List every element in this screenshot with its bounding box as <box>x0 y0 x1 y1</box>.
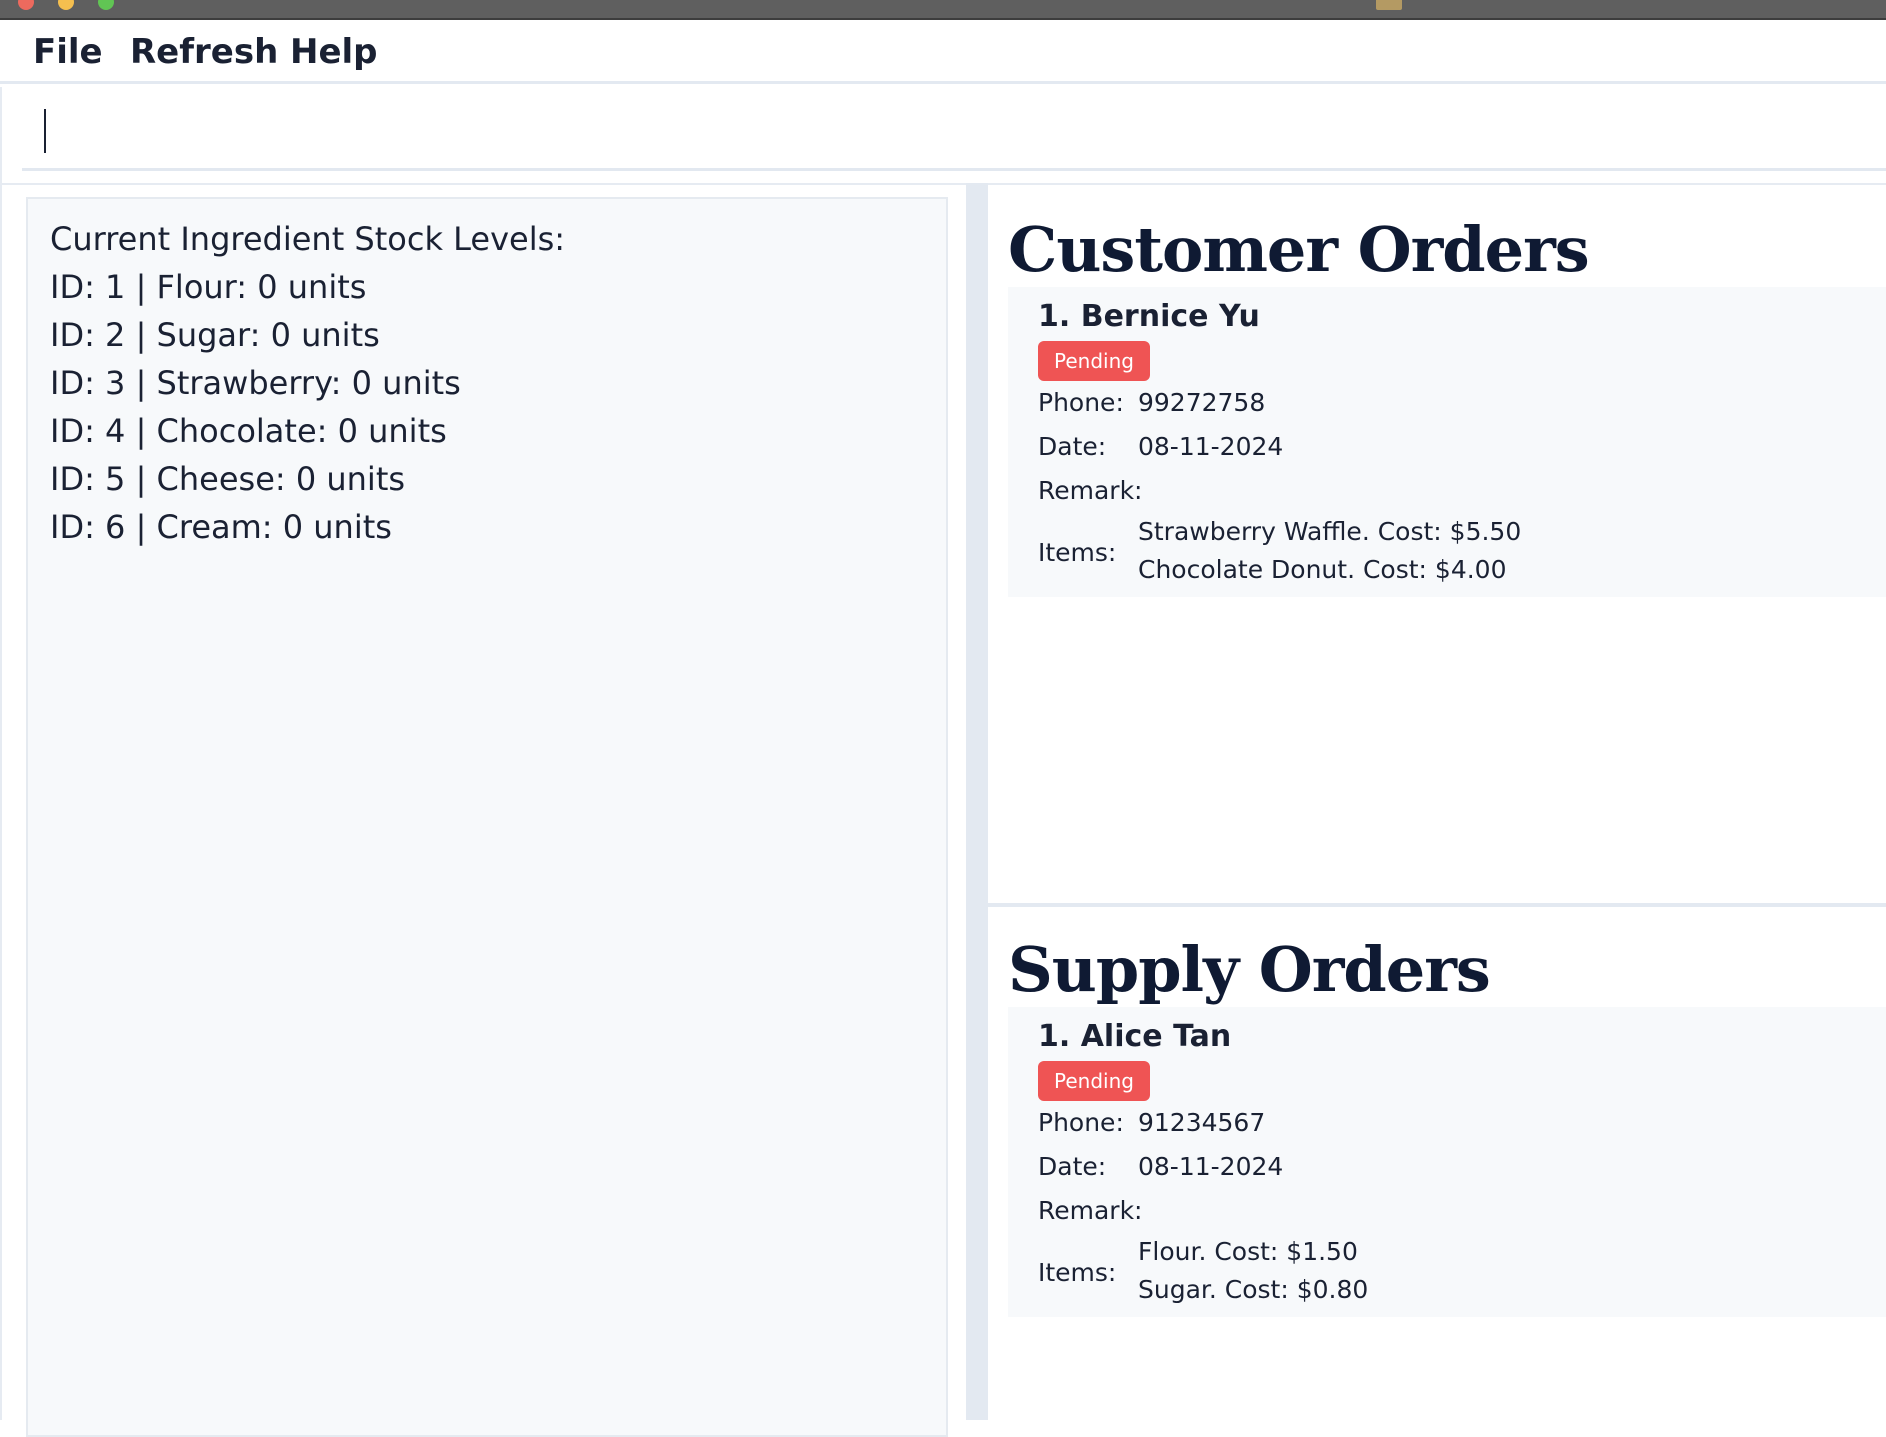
minimize-window-button[interactable] <box>58 0 74 10</box>
stock-line: ID: 3 | Strawberry: 0 units <box>50 364 461 402</box>
command-box <box>0 87 1886 183</box>
order-remark-row: Remark: <box>1038 1189 1856 1233</box>
items-list: Flour. Cost: $1.50 Sugar. Cost: $0.80 <box>1138 1233 1368 1309</box>
menu-refresh[interactable]: Refresh <box>130 28 278 76</box>
stock-display: Current Ingredient Stock Levels: ID: 1 |… <box>26 197 948 1437</box>
date-label: Date: <box>1038 432 1107 461</box>
order-items-row: Items: Strawberry Waffle. Cost: $5.50 Ch… <box>1038 513 1856 593</box>
date-value: 08-11-2024 <box>1138 432 1284 461</box>
stock-line: ID: 6 | Cream: 0 units <box>50 508 392 546</box>
stock-panel: Current Ingredient Stock Levels: ID: 1 |… <box>0 183 966 1437</box>
remark-label: Remark: <box>1038 1196 1143 1225</box>
order-phone-row: Phone: 99272758 <box>1038 381 1856 425</box>
supply-order-card[interactable]: 1. Alice Tan Pending Phone: 91234567 Dat… <box>1008 1007 1886 1317</box>
menu-help[interactable]: Help <box>290 28 378 76</box>
stock-line: ID: 2 | Sugar: 0 units <box>50 316 380 354</box>
customer-orders-panel: Customer Orders 1. Bernice Yu Pending Ph… <box>988 183 1886 903</box>
status-badge: Pending <box>1038 1061 1150 1101</box>
window-titlebar <box>0 0 1886 20</box>
order-item: Chocolate Donut. Cost: $4.00 <box>1138 555 1507 584</box>
stock-heading: Current Ingredient Stock Levels: <box>50 220 566 258</box>
app-icon <box>1376 0 1402 10</box>
items-label: Items: <box>1038 1258 1117 1287</box>
order-date-row: Date: 08-11-2024 <box>1038 1145 1856 1189</box>
order-items-row: Items: Flour. Cost: $1.50 Sugar. Cost: $… <box>1038 1233 1856 1313</box>
phone-value: 99272758 <box>1138 388 1266 417</box>
supply-orders-title: Supply Orders <box>1008 933 1491 1006</box>
stock-line: ID: 4 | Chocolate: 0 units <box>50 412 447 450</box>
remark-label: Remark: <box>1038 476 1143 505</box>
command-input[interactable] <box>22 95 1886 171</box>
close-window-button[interactable] <box>18 0 34 10</box>
phone-value: 91234567 <box>1138 1108 1266 1137</box>
menu-file[interactable]: File <box>33 28 103 76</box>
customer-order-card[interactable]: 1. Bernice Yu Pending Phone: 99272758 Da… <box>1008 287 1886 597</box>
order-item: Sugar. Cost: $0.80 <box>1138 1275 1369 1304</box>
stock-line: ID: 5 | Cheese: 0 units <box>50 460 406 498</box>
phone-label: Phone: <box>1038 388 1124 417</box>
order-item: Strawberry Waffle. Cost: $5.50 <box>1138 517 1522 546</box>
status-badge: Pending <box>1038 341 1150 381</box>
text-caret <box>44 109 46 153</box>
supply-orders-panel: Supply Orders 1. Alice Tan Pending Phone… <box>988 903 1886 1420</box>
order-remark-row: Remark: <box>1038 469 1856 513</box>
order-date-row: Date: 08-11-2024 <box>1038 425 1856 469</box>
customer-orders-title: Customer Orders <box>1008 213 1590 286</box>
items-label: Items: <box>1038 538 1117 567</box>
date-label: Date: <box>1038 1152 1107 1181</box>
stock-line: ID: 1 | Flour: 0 units <box>50 268 367 306</box>
order-item: Flour. Cost: $1.50 <box>1138 1237 1358 1266</box>
pane-divider[interactable] <box>966 183 988 1420</box>
phone-label: Phone: <box>1038 1108 1124 1137</box>
date-value: 08-11-2024 <box>1138 1152 1284 1181</box>
order-supplier-name: 1. Alice Tan <box>1038 1019 1232 1054</box>
items-list: Strawberry Waffle. Cost: $5.50 Chocolate… <box>1138 513 1521 589</box>
order-customer-name: 1. Bernice Yu <box>1038 299 1260 334</box>
menu-bar: File Refresh Help <box>0 20 1886 84</box>
order-phone-row: Phone: 91234567 <box>1038 1101 1856 1145</box>
maximize-window-button[interactable] <box>98 0 114 10</box>
